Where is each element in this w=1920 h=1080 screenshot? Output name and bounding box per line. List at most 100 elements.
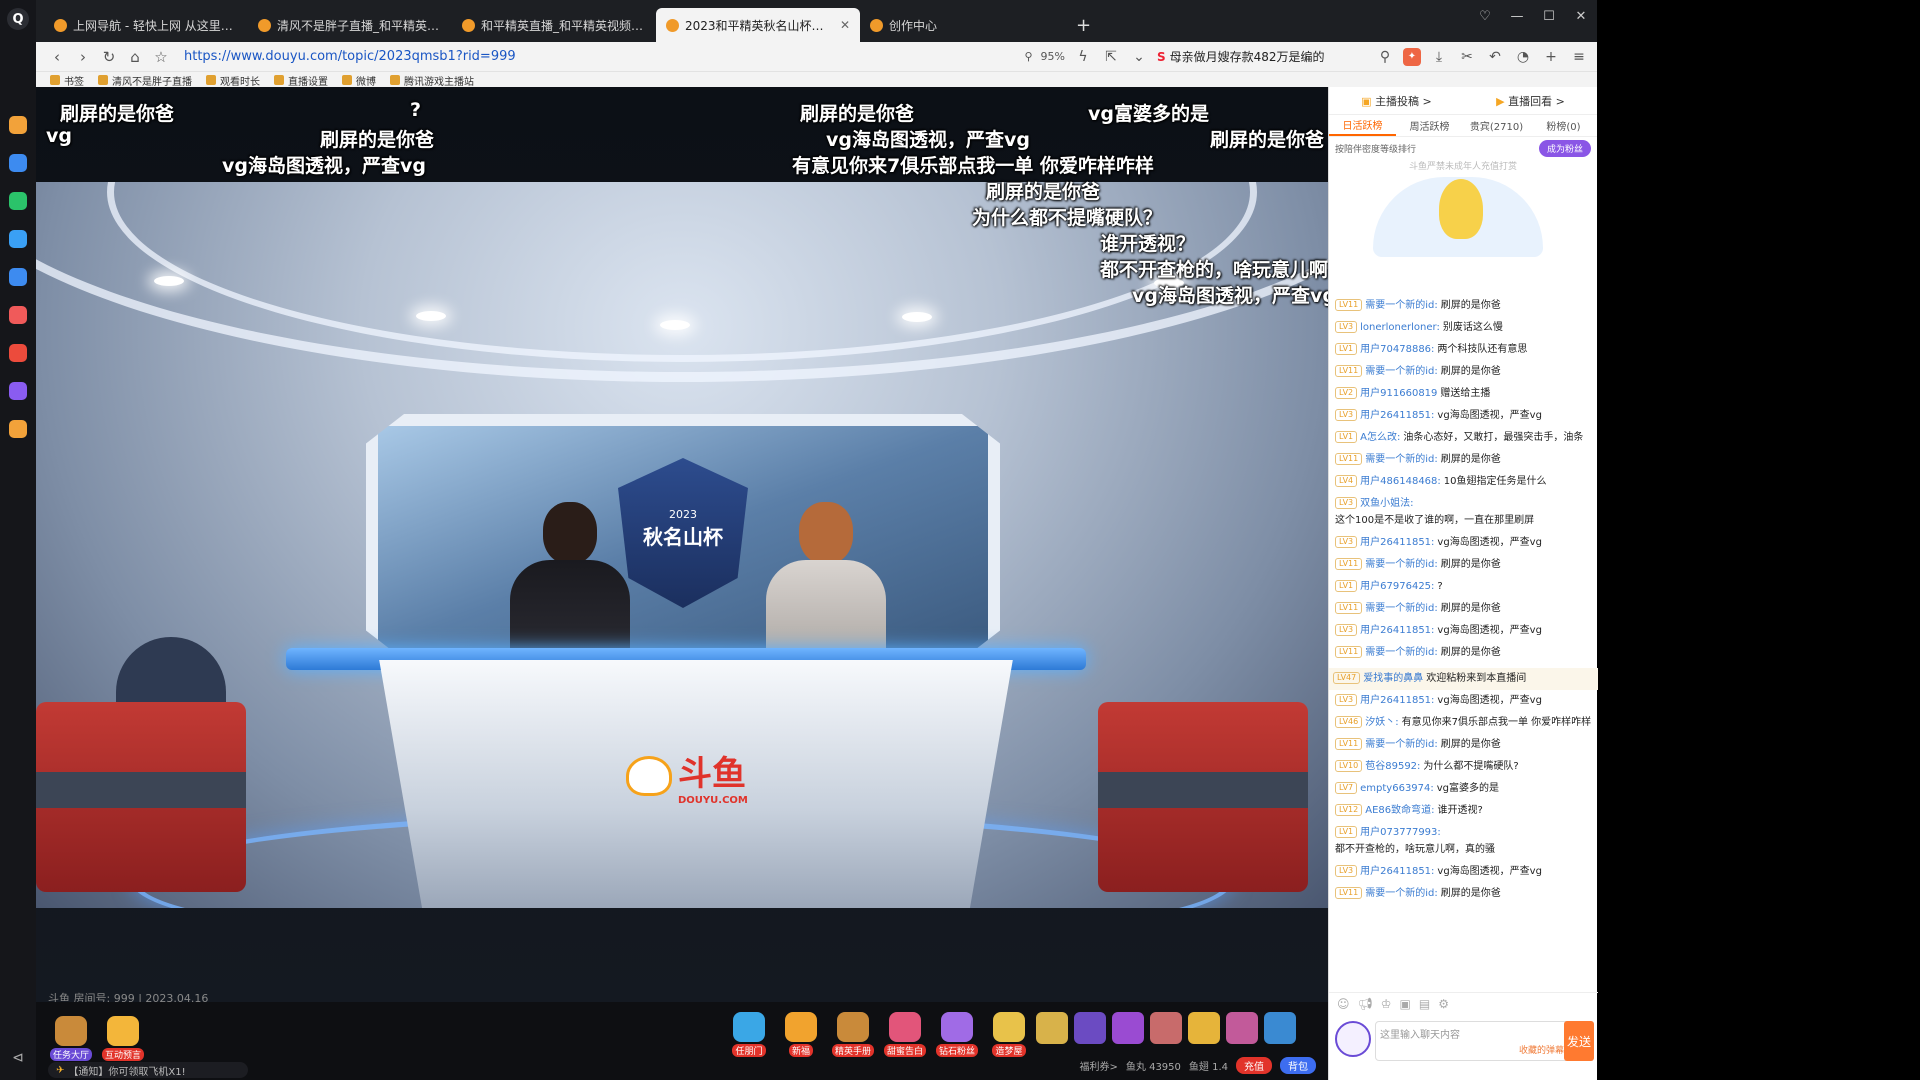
reload-button[interactable]: ↻: [96, 45, 122, 69]
bookmark-item[interactable]: 清风不是胖子直播: [98, 73, 192, 88]
chat-username[interactable]: 需要一个新的id:: [1365, 646, 1438, 660]
browser-tab[interactable]: 清风不是胖子直播_和平精英直播_斗鱼: [248, 8, 452, 42]
rank-tab[interactable]: 贵宾(2710): [1463, 115, 1530, 136]
bookmark-item[interactable]: 微博: [342, 73, 376, 88]
minimize-button[interactable]: —: [1501, 9, 1533, 24]
chat-username[interactable]: 需要一个新的id:: [1365, 558, 1438, 572]
chat-username[interactable]: 用户486148468:: [1360, 475, 1441, 489]
become-fan-button[interactable]: 成为粉丝: [1538, 139, 1591, 157]
bookmark-item[interactable]: 腾讯游戏主播站: [390, 73, 474, 88]
maximize-button[interactable]: ☐: [1533, 9, 1565, 24]
crown-icon[interactable]: ♔: [1381, 997, 1392, 1011]
chat-username[interactable]: 需要一个新的id:: [1365, 887, 1438, 901]
lightning-icon[interactable]: ϟ: [1073, 49, 1093, 65]
image-icon[interactable]: ▣: [1400, 997, 1411, 1011]
close-tab-icon[interactable]: ✕: [840, 18, 850, 32]
wechat-panel-icon[interactable]: [9, 192, 27, 210]
pdf-panel-icon[interactable]: [9, 344, 27, 362]
gift-item-icon[interactable]: [1150, 1012, 1182, 1044]
share-icon[interactable]: ⇱: [1101, 49, 1121, 65]
gift-icon[interactable]: ▤: [1419, 997, 1430, 1011]
game-panel-icon[interactable]: [9, 306, 27, 324]
plus-icon[interactable]: +: [1541, 49, 1561, 65]
chat-username[interactable]: 需要一个新的id:: [1365, 299, 1438, 313]
anchor-post-link[interactable]: ▣ 主播投稿 >: [1361, 93, 1432, 109]
gift-button[interactable]: 甜蜜告白: [882, 1012, 928, 1062]
chat-username[interactable]: 需要一个新的id:: [1365, 453, 1438, 467]
chat-username[interactable]: lonerlonerloner:: [1360, 321, 1440, 335]
collapse-panel-icon[interactable]: ⊲: [12, 1050, 24, 1066]
chat-username[interactable]: 爱找事的鼻鼻: [1363, 672, 1423, 686]
zoom-icon[interactable]: ⚲: [1024, 50, 1032, 63]
video-player[interactable]: 2023 秋名山杯 斗鱼 DOUYU.COM 刷屏的是你爸 ? 刷屏的是你爸 v…: [36, 87, 1328, 1080]
chat-input[interactable]: 这里输入聊天内容 收藏的弹幕: [1375, 1021, 1571, 1061]
chat-username[interactable]: 用户073777993:: [1360, 826, 1441, 840]
scissors-icon[interactable]: ✂: [1457, 49, 1477, 65]
backpack-button[interactable]: 背包: [1280, 1057, 1316, 1074]
timer-icon[interactable]: ◔: [1513, 49, 1533, 65]
gift-button[interactable]: 任朋门: [726, 1012, 772, 1062]
url-bar[interactable]: https://www.douyu.com/topic/2023qmsb1?ri…: [184, 45, 1004, 69]
notice-bar[interactable]: ✈ 【通知】你可领取飞机X1!: [48, 1062, 248, 1078]
browser-tab[interactable]: 2023和平精英秋名山杯第一季_斗 ✕: [656, 8, 860, 42]
megaphone-icon[interactable]: 📢︎: [1358, 997, 1373, 1011]
prediction-button[interactable]: 互动预言: [100, 1016, 146, 1066]
note-panel-icon[interactable]: [9, 382, 27, 400]
chat-username[interactable]: 用户911660819: [1360, 387, 1437, 401]
gift-button[interactable]: 钻石粉丝: [934, 1012, 980, 1062]
chat-username[interactable]: 用户26411851:: [1360, 624, 1434, 638]
gift-item-icon[interactable]: [1074, 1012, 1106, 1044]
chat-username[interactable]: 用户70478886:: [1360, 343, 1434, 357]
rank-tab[interactable]: 周活跃榜: [1396, 115, 1463, 136]
gift-item-icon[interactable]: [1112, 1012, 1144, 1044]
browser-tab[interactable]: 上网导航 - 轻快上网 从这里开始: [44, 8, 248, 42]
close-window-button[interactable]: ✕: [1565, 9, 1597, 24]
bookmark-item[interactable]: 书签: [50, 73, 84, 88]
bookmark-item[interactable]: 直播设置: [274, 73, 328, 88]
gift-item-icon[interactable]: [1226, 1012, 1258, 1044]
user-avatar[interactable]: [1335, 1021, 1371, 1057]
back-button[interactable]: ‹: [44, 45, 70, 69]
gift-item-icon[interactable]: [1188, 1012, 1220, 1044]
browser-tab[interactable]: 创作中心: [860, 8, 1064, 42]
chat-username[interactable]: AE86致命弯道:: [1365, 804, 1434, 818]
chat-username[interactable]: 需要一个新的id:: [1365, 365, 1438, 379]
gift-item-icon[interactable]: [1036, 1012, 1068, 1044]
mail-panel-icon[interactable]: [9, 420, 27, 438]
home-button[interactable]: ⌂: [122, 45, 148, 69]
cloud-panel-icon[interactable]: [9, 268, 27, 286]
chat-username[interactable]: 用户26411851:: [1360, 694, 1434, 708]
gift-button[interactable]: 精英手册: [830, 1012, 876, 1062]
search-icon[interactable]: ⚲: [1375, 49, 1395, 65]
chat-username[interactable]: 需要一个新的id:: [1365, 602, 1438, 616]
chevron-down-icon[interactable]: ⌄: [1129, 49, 1149, 65]
translate-panel-icon[interactable]: [9, 230, 27, 248]
skin-icon[interactable]: ♡: [1469, 9, 1501, 24]
chat-username[interactable]: 用户26411851:: [1360, 409, 1434, 423]
chat-username[interactable]: 用户67976425:: [1360, 580, 1434, 594]
chat-username[interactable]: 需要一个新的id:: [1365, 738, 1438, 752]
rank-tab[interactable]: 日活跃榜: [1329, 115, 1396, 136]
rank-tab[interactable]: 粉榜(0): [1530, 115, 1597, 136]
chat-username[interactable]: 用户26411851:: [1360, 536, 1434, 550]
chat-username[interactable]: A怎么改:: [1360, 431, 1400, 445]
extension-icon[interactable]: ✦: [1403, 47, 1421, 66]
search-box[interactable]: S 母亲做月嫂存款482万是编的: [1157, 46, 1367, 68]
chat-username[interactable]: 用户26411851:: [1360, 865, 1434, 879]
new-tab-button[interactable]: +: [1064, 8, 1103, 42]
send-button[interactable]: 发送: [1564, 1021, 1594, 1061]
chat-username[interactable]: 汐妖丶:: [1365, 716, 1398, 730]
saved-danmaku-link[interactable]: 收藏的弹幕: [1519, 1043, 1564, 1056]
bookmark-panel-icon[interactable]: [9, 116, 27, 134]
forward-button[interactable]: ›: [70, 45, 96, 69]
browser-logo-icon[interactable]: Q: [7, 8, 29, 30]
welfare-link[interactable]: 福利券>: [1080, 1058, 1118, 1073]
gift-button[interactable]: 造梦屋: [986, 1012, 1032, 1062]
gift-item-icon[interactable]: [1264, 1012, 1296, 1044]
undo-icon[interactable]: ↶: [1485, 49, 1505, 65]
chat-username[interactable]: empty663974:: [1360, 782, 1434, 796]
history-panel-icon[interactable]: [9, 154, 27, 172]
chat-username[interactable]: 苞谷89592:: [1365, 760, 1420, 774]
gift-button[interactable]: 新福: [778, 1012, 824, 1062]
settings-icon[interactable]: ⚙: [1438, 997, 1449, 1011]
